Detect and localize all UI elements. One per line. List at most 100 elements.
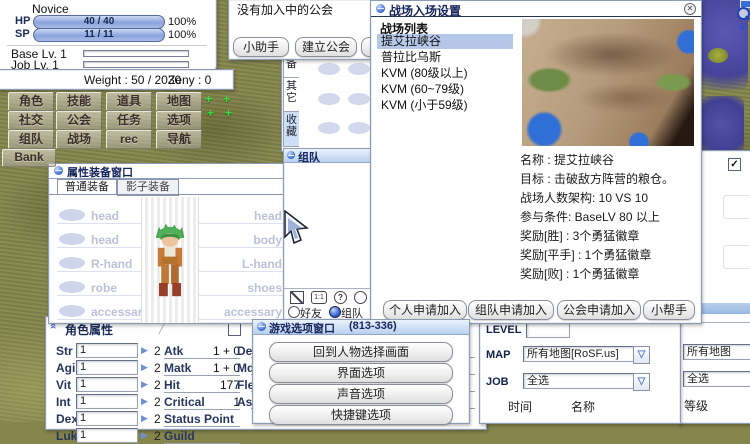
battleground-list-item[interactable]: KVM (小于59级) bbox=[377, 98, 513, 113]
window-menu-icon[interactable] bbox=[257, 322, 266, 331]
helper-button[interactable]: 小帮手 bbox=[643, 300, 695, 320]
menu-button-social[interactable]: 社交 bbox=[8, 111, 54, 130]
tab-favorites[interactable]: 收藏 bbox=[283, 111, 299, 147]
menu-button-map[interactable]: 地图 bbox=[156, 92, 202, 111]
derived-value: 1 + 0 bbox=[213, 344, 240, 358]
character-sprite[interactable] bbox=[148, 211, 192, 311]
tab-normal-equip[interactable]: 普通装备 bbox=[57, 179, 117, 195]
return-charselect-button[interactable]: 回到人物选择画面 bbox=[269, 342, 453, 362]
base-exp-bar bbox=[83, 50, 189, 57]
stat-up-arrow[interactable]: ▶ bbox=[141, 396, 148, 407]
stat-next: 2 bbox=[154, 361, 161, 375]
derived-stat-row: Critical1 bbox=[164, 395, 240, 410]
helper-button[interactable]: 小助手 bbox=[233, 37, 289, 57]
player-marker: + bbox=[205, 92, 212, 106]
stat-value: 1 bbox=[76, 428, 138, 443]
battleground-list-item[interactable]: 提艾拉峡谷 bbox=[377, 34, 513, 49]
bank-button[interactable]: Bank bbox=[2, 149, 56, 167]
stat-label: Luk bbox=[56, 429, 77, 443]
level-label: LEVEL bbox=[486, 324, 521, 336]
battleground-list-item[interactable]: 普拉比乌斯 bbox=[377, 50, 513, 65]
sp-label: SP bbox=[15, 28, 30, 40]
menu-button-rec[interactable]: rec bbox=[106, 130, 152, 149]
map-dropdown-arrow[interactable] bbox=[633, 346, 650, 364]
derived-label: Atk bbox=[164, 344, 183, 358]
checkbox[interactable]: ✓ bbox=[728, 158, 741, 171]
level-input[interactable] bbox=[526, 322, 570, 338]
map-dropdown[interactable]: 所有地图[RoSF.us] bbox=[683, 344, 750, 360]
tab-other[interactable]: 其它 bbox=[283, 77, 299, 113]
radio-party[interactable] bbox=[329, 306, 341, 318]
item-slot[interactable] bbox=[318, 63, 340, 75]
column-header-level: 等级 bbox=[684, 397, 708, 414]
radio-friend[interactable] bbox=[288, 306, 300, 318]
item-slot[interactable] bbox=[348, 93, 370, 105]
map-dropdown[interactable]: 所有地图[RoSF.us] bbox=[523, 346, 635, 362]
stat-up-arrow[interactable]: ▶ bbox=[141, 413, 148, 424]
menu-button-guild[interactable]: 公会 bbox=[56, 111, 102, 130]
battleground-list-item[interactable]: KVM (80级以上) bbox=[377, 66, 513, 81]
menu-button-navigation[interactable]: 导航 bbox=[156, 130, 202, 149]
info-name: 名称 : 提艾拉峡谷 bbox=[520, 151, 614, 168]
equip-slot[interactable] bbox=[59, 209, 85, 221]
stat-value-text: 1 bbox=[80, 361, 86, 373]
stat-up-arrow[interactable]: ▶ bbox=[141, 379, 148, 390]
apply-guild-button[interactable]: 公会申请加入 bbox=[557, 300, 641, 320]
title-bar: 组队 bbox=[284, 149, 373, 163]
equip-slot[interactable] bbox=[59, 233, 85, 245]
window-title-code: (813-336) bbox=[349, 320, 397, 332]
job-dropdown-arrow[interactable] bbox=[633, 373, 650, 391]
stat-up-arrow[interactable]: ▶ bbox=[141, 430, 148, 441]
chat-1to1-icon[interactable]: 1:1 bbox=[311, 291, 327, 304]
derived-label: Hit bbox=[164, 378, 180, 392]
equip-slot[interactable] bbox=[59, 281, 85, 293]
menu-button-quest[interactable]: 任务 bbox=[106, 111, 152, 130]
chevron-down-icon[interactable]: « bbox=[734, 24, 749, 31]
equip-slot[interactable] bbox=[59, 305, 85, 317]
menu-button-skill[interactable]: 技能 bbox=[56, 92, 102, 111]
derived-stat-row: Guild bbox=[164, 429, 240, 444]
menu-grid: 角色 技能 道具 地图 社交 公会 任务 选项 组队 战场 rec 导航 Ban… bbox=[0, 92, 210, 168]
derived-label: Critical bbox=[164, 395, 205, 409]
sound-options-button[interactable]: 声音选项 bbox=[269, 384, 453, 404]
memo-icon[interactable] bbox=[290, 291, 304, 304]
menu-button-char[interactable]: 角色 bbox=[8, 92, 54, 111]
job-dropdown[interactable]: 全选 bbox=[683, 371, 750, 387]
item-slot[interactable] bbox=[348, 122, 370, 134]
equip-slot[interactable] bbox=[59, 257, 85, 269]
window-title: 组队 bbox=[298, 149, 320, 165]
menu-button-battleground[interactable]: 战场 bbox=[56, 130, 102, 149]
apply-party-button[interactable]: 组队申请加入 bbox=[468, 300, 554, 320]
character-panel bbox=[141, 197, 199, 323]
stat-up-arrow[interactable]: ▶ bbox=[141, 345, 148, 356]
help-icon[interactable]: ? bbox=[334, 291, 347, 304]
menu-button-options[interactable]: 选项 bbox=[156, 111, 202, 130]
battleground-list-item[interactable]: KVM (60~79级) bbox=[377, 82, 513, 97]
stat-value: 1 bbox=[76, 360, 138, 375]
close-icon[interactable]: ✕ bbox=[684, 3, 696, 15]
item-slot[interactable] bbox=[348, 63, 370, 75]
slot-divider bbox=[57, 319, 153, 320]
job-dropdown[interactable]: 全选 bbox=[523, 373, 635, 389]
menu-button-party[interactable]: 组队 bbox=[8, 130, 54, 149]
option-circle-icon[interactable] bbox=[354, 291, 367, 304]
weight-text: Weight : 50 / 2030 bbox=[84, 73, 181, 87]
equip-slot-label: accessary bbox=[199, 305, 282, 319]
menu-button-item[interactable]: 道具 bbox=[106, 92, 152, 111]
hotkey-options-button[interactable]: 快捷键选项 bbox=[269, 405, 453, 425]
checkbox[interactable] bbox=[228, 323, 241, 336]
slot-divider bbox=[199, 271, 289, 272]
window-menu-icon[interactable] bbox=[376, 4, 385, 13]
item-slot[interactable] bbox=[318, 93, 340, 105]
info-reward-win: 奖励[胜] : 3个勇猛徽章 bbox=[520, 227, 639, 244]
stat-up-arrow[interactable]: ▶ bbox=[141, 362, 148, 373]
slot-divider bbox=[199, 247, 289, 248]
window-menu-icon[interactable] bbox=[287, 151, 295, 159]
column-header-name: 名称 bbox=[571, 398, 595, 415]
interface-options-button[interactable]: 界面选项 bbox=[269, 363, 453, 383]
sp-percent: 100% bbox=[168, 29, 196, 41]
selection-band bbox=[698, 303, 750, 314]
item-slot[interactable] bbox=[318, 122, 340, 134]
create-guild-button[interactable]: 建立公会 bbox=[295, 37, 357, 57]
apply-solo-button[interactable]: 个人申请加入 bbox=[383, 300, 467, 320]
